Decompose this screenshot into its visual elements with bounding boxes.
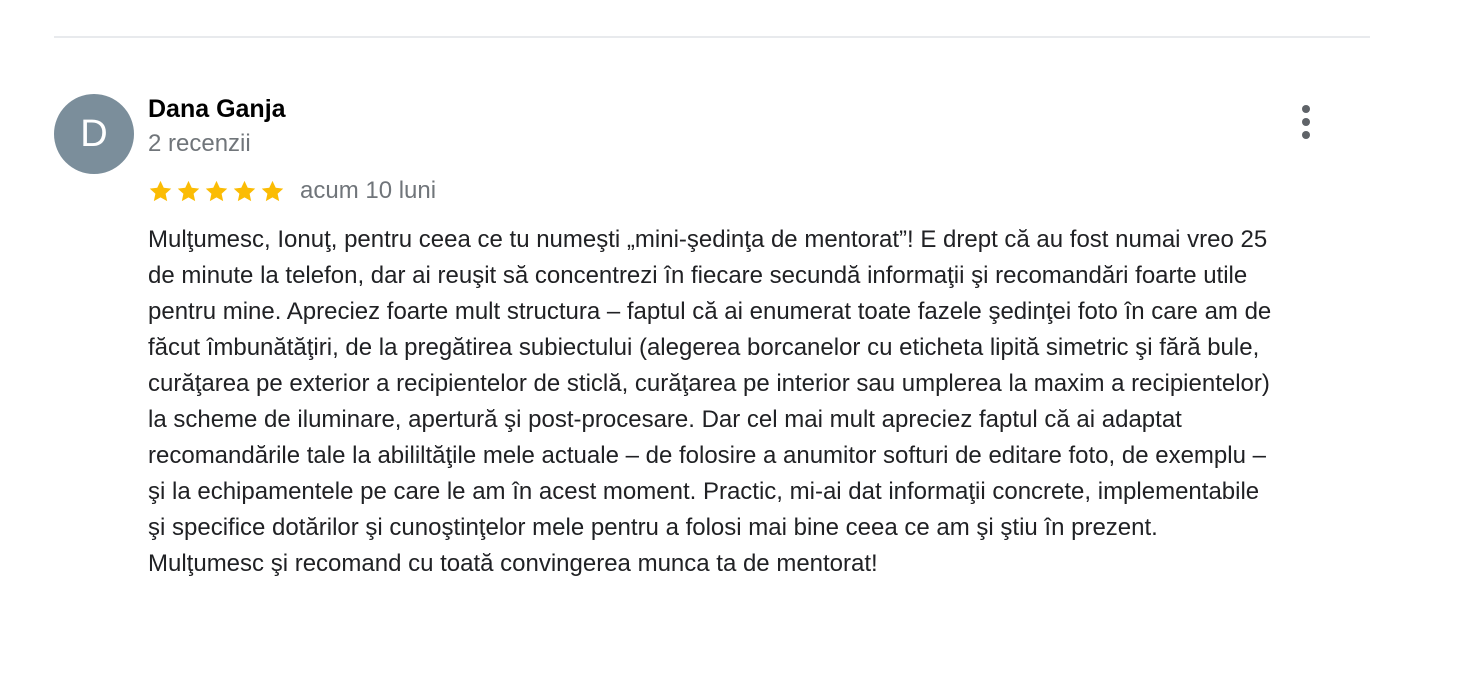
top-divider <box>54 36 1370 38</box>
more-vert-icon <box>1302 105 1310 113</box>
more-vert-icon-dot <box>1302 131 1310 139</box>
reviewer-name[interactable]: Dana Ganja <box>148 94 286 124</box>
star-icon <box>205 180 228 201</box>
star-icon <box>233 180 256 201</box>
star-icon <box>149 180 172 201</box>
more-vert-icon-dot <box>1302 118 1310 126</box>
review-date: acum 10 luni <box>300 177 437 204</box>
star-rating <box>148 179 288 204</box>
star-icon <box>261 180 284 201</box>
rating-row: acum 10 luni <box>148 176 436 206</box>
star-icon <box>177 180 200 201</box>
avatar-letter: D <box>80 112 108 155</box>
reviewer-review-count: 2 recenzii <box>148 130 251 157</box>
review-text: Mulţumesc, Ionuţ, pentru ceea ce tu nume… <box>148 226 1272 577</box>
more-options-button[interactable] <box>1290 100 1322 144</box>
avatar[interactable]: D <box>54 94 134 174</box>
